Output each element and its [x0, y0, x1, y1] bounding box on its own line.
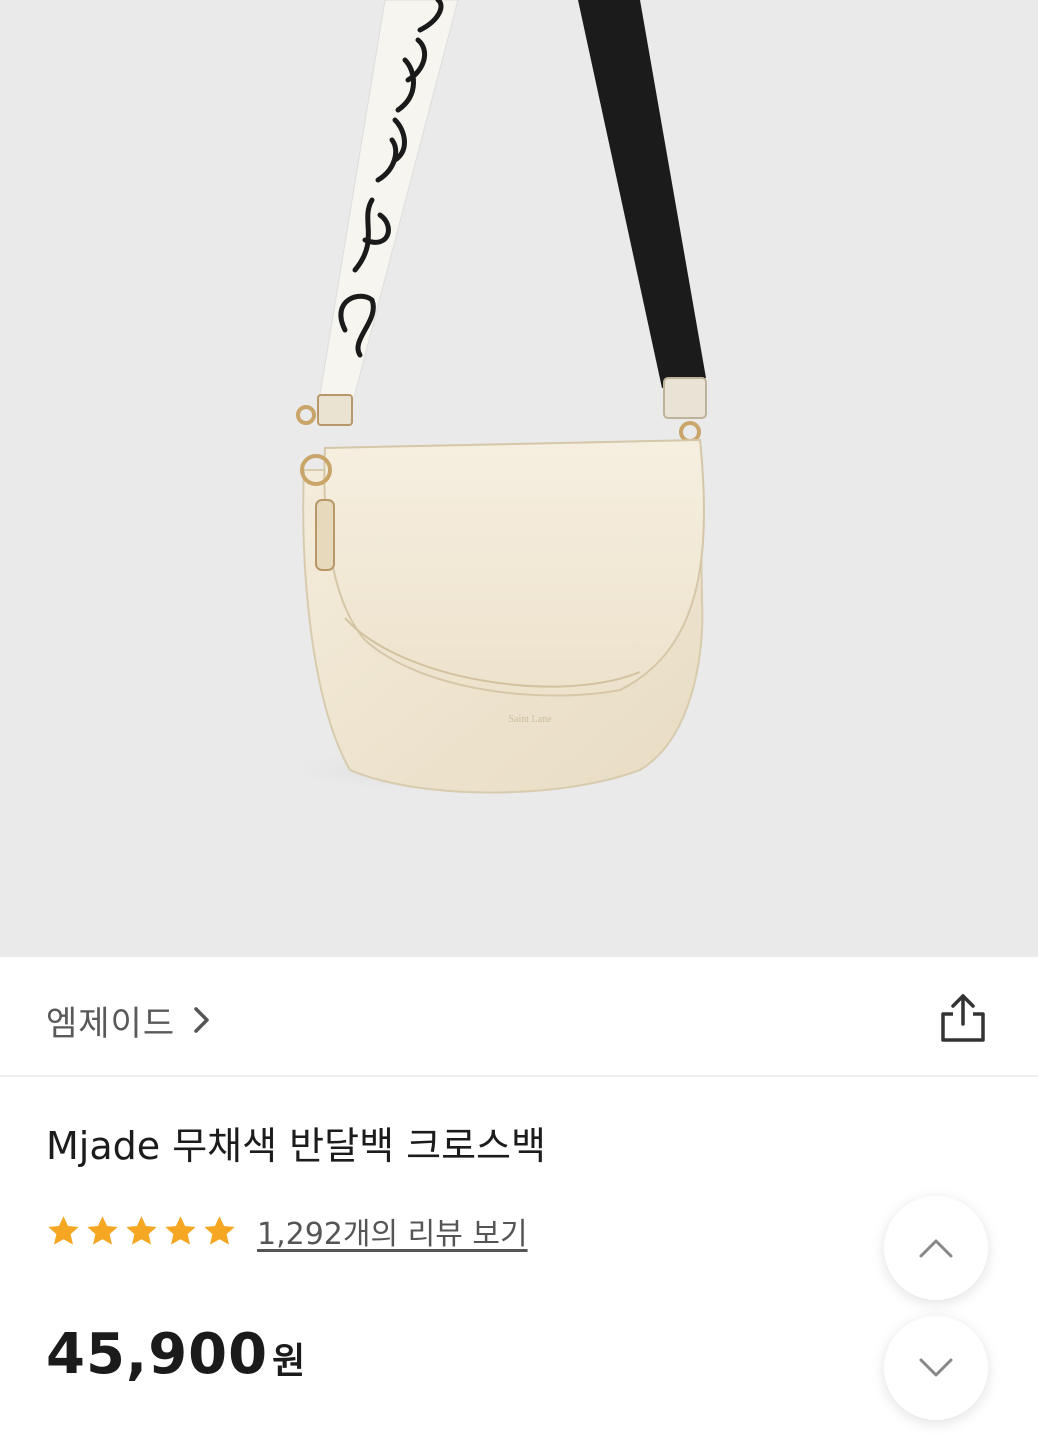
chevron-up-icon	[919, 1239, 953, 1258]
chevron-right-icon	[194, 1007, 209, 1033]
product-image[interactable]: Saint Lane	[0, 0, 1038, 957]
price: 45,900 원	[46, 1322, 305, 1387]
rating-stars	[46, 1214, 237, 1249]
price-amount: 45,900	[46, 1322, 269, 1387]
brand-name: 엠제이드	[46, 1003, 176, 1044]
svg-text:Saint Lane: Saint Lane	[508, 714, 552, 725]
review-link[interactable]: 1,292개의 리뷰 보기	[257, 1209, 528, 1253]
star-icon	[126, 1215, 157, 1245]
star-icon	[48, 1215, 79, 1245]
star-icon	[204, 1215, 235, 1245]
rating-row: 1,292개의 리뷰 보기	[46, 1208, 528, 1254]
scroll-up-button[interactable]	[884, 1196, 988, 1300]
price-unit: 원	[272, 1341, 306, 1382]
product-title: Mjade 무채색 반달백 크로스백	[46, 1124, 546, 1168]
star-icon	[165, 1215, 196, 1245]
bag-illustration: Saint Lane	[270, 0, 707, 796]
star-icon	[87, 1215, 118, 1245]
share-icon[interactable]	[936, 990, 990, 1046]
chevron-down-icon	[919, 1358, 953, 1377]
brand-link[interactable]: 엠제이드	[46, 998, 213, 1044]
scroll-down-button[interactable]	[884, 1316, 988, 1420]
